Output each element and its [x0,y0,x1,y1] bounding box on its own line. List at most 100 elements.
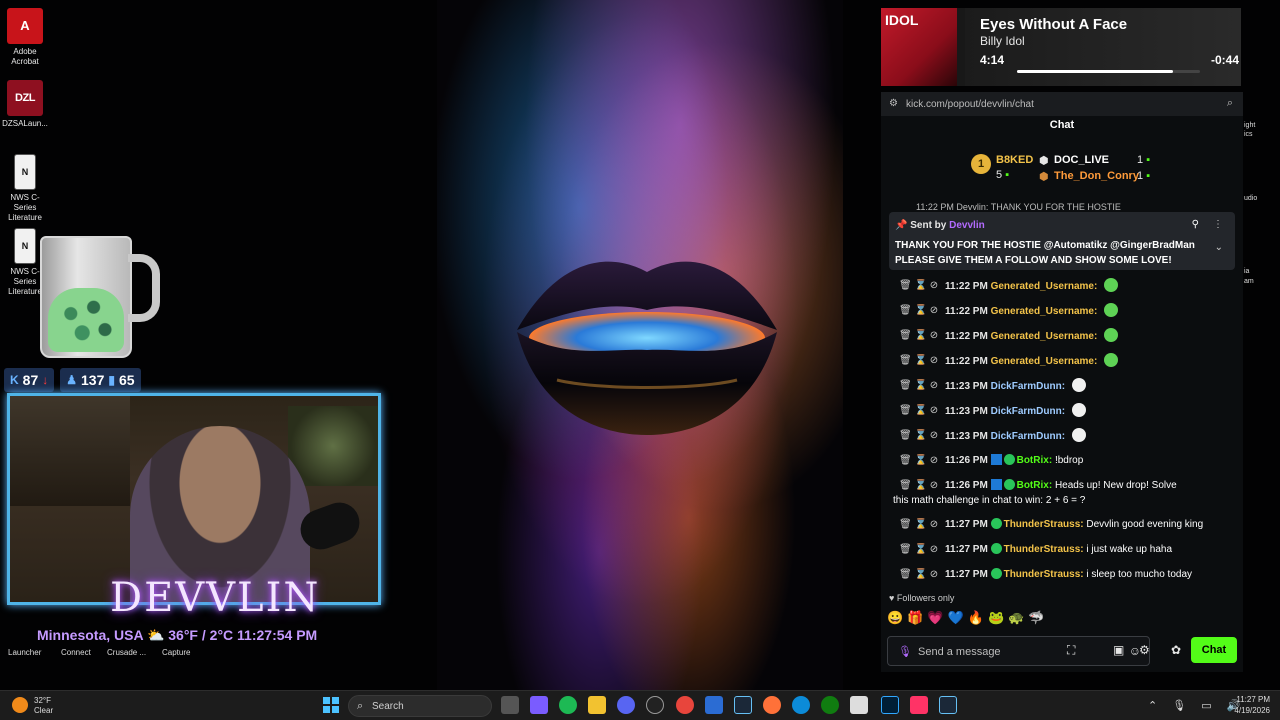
mod-actions-icon[interactable]: 🗑 ⌛ ⊘ [899,353,938,368]
message-username[interactable]: DickFarmDunn: [991,381,1065,392]
site-settings-icon[interactable]: ⚙ [889,98,898,109]
mod-actions-icon[interactable]: 🗑 ⌛ ⊘ [899,453,938,468]
more-options-icon[interactable]: ⋮ [1213,219,1223,230]
desktop-icon-dzsa[interactable]: DZL DZSALaun... [0,80,50,129]
taskbar-search[interactable]: ⌕ Search [348,695,492,717]
mod-actions-icon[interactable]: 🗑 ⌛ ⊘ [899,517,938,532]
desktop-icon-connect[interactable]: Connect [61,648,91,657]
lips-illustration [517,261,777,435]
emote-icon[interactable]: 🦈 [1028,610,1048,625]
address-bar[interactable]: ⚙ kick.com/popout/devvlin/chat ⌕ [881,92,1243,116]
github-icon[interactable] [646,696,664,714]
lips-smoke-artwork [437,0,843,690]
leaderboard-second-count: 1 ▪ [1137,154,1150,166]
chrome-icon[interactable] [676,696,694,714]
album-cover: IDOL [881,8,957,86]
emote-icon[interactable]: 😀 [887,610,907,625]
quick-emote-bar[interactable]: 😀🎁💗💙🔥🐸🐢🦈 [887,610,1049,626]
emote-icon[interactable]: 💗 [927,610,947,625]
mod-actions-icon[interactable]: 🗑 ⌛ ⊘ [899,303,938,318]
desktop-icon-nws-1[interactable]: N NWS C-Series Literature [0,154,50,223]
desktop-icon-acrobat[interactable]: A Adobe Acrobat [0,8,50,67]
xbox-icon[interactable] [821,696,839,714]
pin-icon: 📌 [895,220,908,231]
emote-icon[interactable]: 🔥 [968,610,988,625]
message-username[interactable]: DickFarmDunn: [991,406,1065,417]
beer-mug-widget [36,232,164,362]
zoom-icon[interactable]: ⌕ [1227,97,1233,110]
emote-icon[interactable]: 🐸 [988,610,1008,625]
album-cover-text: IDOL [885,12,919,28]
desktop-icon-launcher[interactable]: Launcher [8,648,41,657]
steam-icon[interactable] [734,696,752,714]
chevron-down-icon[interactable]: ⌄ [1215,242,1223,253]
mod-actions-icon[interactable]: 🗑 ⌛ ⊘ [899,567,938,582]
mod-actions-icon[interactable]: 🗑 ⌛ ⊘ [899,328,938,343]
message-username[interactable]: Generated_Username: [991,306,1098,317]
message-text: !bdrop [1054,455,1084,466]
task-view-icon[interactable] [501,696,519,714]
store-icon[interactable]: ▣ [1113,643,1124,657]
indesign-icon[interactable] [910,696,928,714]
mod-actions-icon[interactable]: 🗑 ⌛ ⊘ [899,542,938,557]
message-username[interactable]: ThunderStrauss: [1004,519,1084,530]
message-username[interactable]: BotRix: [1017,480,1053,491]
message-username[interactable]: BotRix: [1017,455,1053,466]
edge-label: ics [1244,131,1253,138]
desktop-icon-crusade[interactable]: Crusade ... [107,648,146,657]
kills-value: 87 [22,372,39,388]
url-text[interactable]: kick.com/popout/devvlin/chat [906,99,1034,110]
windows-start-icon[interactable] [323,697,339,713]
message-username[interactable]: Generated_Username: [991,331,1098,342]
leaderboard-third-name[interactable]: The_Don_Conry [1054,170,1139,182]
spotify-icon[interactable] [559,696,577,714]
photoshop-icon[interactable] [881,696,899,714]
mod-actions-icon[interactable]: 🗑 ⌛ ⊘ [899,378,938,393]
emote-icon[interactable]: 🎁 [907,610,927,625]
store-app-icon[interactable] [705,696,723,714]
send-chat-button[interactable]: Chat [1191,637,1237,663]
discord-icon[interactable] [617,696,635,714]
message-username[interactable]: Generated_Username: [991,356,1098,367]
message-username[interactable]: Generated_Username: [991,281,1098,292]
leaderboard-first-name[interactable]: B8KED [996,154,1033,166]
chat-message-line: 11:23 PM DickFarmDunn: [945,403,1086,419]
mod-actions-icon[interactable]: 🗑 ⌛ ⊘ [899,278,938,293]
file-explorer-icon[interactable] [588,696,606,714]
firefox-icon[interactable] [763,696,781,714]
mod-actions-icon[interactable]: 🗑 ⌛ ⊘ [899,403,938,418]
first-place-medal-icon: 1 [971,154,991,174]
emote-icon[interactable]: 🐢 [1008,610,1028,625]
extensions-icon[interactable]: ✿ [1171,643,1181,657]
gem-icon: ▪ [1146,154,1151,166]
image-viewer-icon[interactable] [850,696,868,714]
clock-time: 11:27 PM [1236,695,1270,704]
settings-gear-icon[interactable]: ⚙ [1139,643,1150,657]
viewers-value: 65 [118,372,135,388]
message-text: i just wake up haha [1086,544,1173,555]
unpin-icon[interactable]: ⚲ [1192,219,1199,230]
edge-icon[interactable] [792,696,810,714]
person-icon: ♟ [66,373,78,387]
steam-icon[interactable] [939,696,957,714]
kick-logo-icon: K [10,373,19,387]
message-username[interactable]: ThunderStrauss: [1004,544,1084,555]
pinned-message[interactable]: 📌 Sent by Devvlin THANK YOU FOR THE HOST… [889,212,1235,270]
rewards-icon[interactable]: ⛶ [1067,643,1075,658]
chat-message-input[interactable] [918,642,1108,662]
message-username[interactable]: DickFarmDunn: [991,431,1065,442]
chat-message-line: 11:22 PM Generated_Username: [945,353,1119,369]
taskbar-clock[interactable]: 11:27 PM 4/19/2026 [1224,694,1270,716]
chat-input-box[interactable]: 🎙 ☺ [887,636,1150,666]
copilot-icon[interactable] [530,696,548,714]
pinned-sender-name[interactable]: Devvlin [949,220,985,231]
leaderboard-second-name[interactable]: DOC_LIVE [1054,154,1109,166]
mug-contents [48,288,124,352]
mod-actions-icon[interactable]: 🗑 ⌛ ⊘ [899,428,938,443]
microphone-icon[interactable]: 🎙 [898,645,912,658]
message-username[interactable]: ThunderStrauss: [1004,569,1084,580]
emote-icon[interactable]: 💙 [948,610,968,625]
desktop-icon-capture[interactable]: Capture [162,648,190,657]
mod-actions-icon[interactable]: 🗑 ⌛ ⊘ [899,478,938,493]
chat-message-line: 11:23 PM DickFarmDunn: [945,378,1086,394]
